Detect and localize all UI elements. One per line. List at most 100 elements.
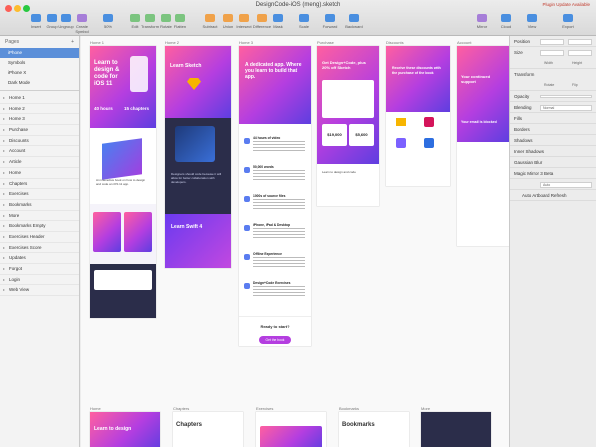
- feature-title: Offline Experience: [253, 252, 282, 256]
- opacity-slider[interactable]: [540, 95, 592, 98]
- layer-item[interactable]: Home: [0, 168, 79, 179]
- number-field[interactable]: [540, 38, 564, 45]
- chapter-card-2[interactable]: [124, 212, 152, 252]
- toolbar-label: 50%: [103, 24, 112, 29]
- intersect-icon: [239, 14, 249, 22]
- plugin-update-notice[interactable]: Plugin Update Available: [543, 2, 590, 7]
- inspector-section-blending[interactable]: Blending Normal: [510, 102, 596, 113]
- cta-title: Ready to start?: [260, 324, 290, 329]
- layer-item[interactable]: Login: [0, 275, 79, 286]
- inspector-section-size[interactable]: Size Width Height: [510, 47, 596, 69]
- layer-item[interactable]: Home 2: [0, 104, 79, 115]
- number-field[interactable]: [568, 38, 592, 45]
- inspector-section-opacity[interactable]: Opacity: [510, 91, 596, 102]
- layer-item[interactable]: Account: [0, 146, 79, 158]
- blending-select[interactable]: Normal: [540, 104, 592, 111]
- inspector-section-position[interactable]: Position: [510, 36, 596, 47]
- toolbar-create-symbol-button[interactable]: Create Symbol: [71, 14, 93, 34]
- artboard-discounts[interactable]: Discounts Receive these discounts with t…: [386, 40, 450, 186]
- feature-item: 50,000 words: [244, 165, 306, 183]
- layer-item[interactable]: Exercises: [0, 189, 79, 200]
- layer-item[interactable]: Bookmarks Empty: [0, 221, 79, 232]
- inspector-section-inner-shadows[interactable]: Inner Shadows: [510, 146, 596, 157]
- toolbar-view-button[interactable]: View: [521, 14, 543, 29]
- get-book-button[interactable]: Get the book: [259, 336, 291, 344]
- artboard-home-2[interactable]: Home 2 Learn Sketch Designers should cod…: [165, 40, 231, 268]
- number-field[interactable]: [568, 49, 592, 56]
- artboard-exercises[interactable]: Exercises: [256, 406, 326, 447]
- forward-icon: [325, 14, 335, 22]
- layer-item[interactable]: Bookmarks: [0, 200, 79, 211]
- rotate-label: Rotate: [544, 83, 555, 87]
- toolbar-mirror-button[interactable]: Mirror: [471, 14, 493, 29]
- book-cover-image: [102, 138, 142, 180]
- layer-item[interactable]: Exercises Header: [0, 232, 79, 243]
- layer-item[interactable]: Purchase: [0, 125, 79, 136]
- price-card-2[interactable]: $5,600: [349, 124, 374, 146]
- toolbar-flatten-button[interactable]: Flatten: [169, 14, 191, 29]
- layer-item[interactable]: Home 3: [0, 114, 79, 126]
- add-page-icon[interactable]: +: [71, 39, 74, 45]
- layer-item[interactable]: Web View: [0, 285, 79, 297]
- swift-heading: Learn Swift 4: [171, 224, 203, 230]
- sketch-logo-icon: [396, 118, 406, 126]
- artboard-chapters[interactable]: Chapters Chapters: [173, 406, 243, 447]
- feature-description-lines: [253, 228, 305, 238]
- magic-mirror-auto-row[interactable]: Auto: [510, 179, 596, 190]
- page-item[interactable]: Symbols: [0, 58, 79, 68]
- artboard-account[interactable]: Account Your continued support Your emai…: [457, 40, 509, 246]
- artboard-home-1[interactable]: Home 1 Learn to design & code for iOS 11…: [90, 40, 156, 318]
- layer-item[interactable]: Article: [0, 157, 79, 168]
- artboard-more[interactable]: More: [421, 406, 491, 447]
- auto-artboard-refresh-checkbox[interactable]: Auto Artboard Refresh: [510, 190, 596, 201]
- inspector-section-shadows[interactable]: Shadows: [510, 135, 596, 146]
- layer-item[interactable]: Discounts: [0, 136, 79, 147]
- toolbar-label: Export: [562, 24, 574, 29]
- artboard-home[interactable]: Home Learn to design: [90, 406, 160, 447]
- inspector-section-borders[interactable]: Borders: [510, 124, 596, 135]
- auto-value: Auto: [543, 182, 551, 187]
- chapter-card-1[interactable]: [93, 212, 121, 252]
- layer-item[interactable]: Updates: [0, 253, 79, 264]
- layer-item[interactable]: Home 1: [0, 93, 79, 104]
- toolbar-export-button[interactable]: Export: [557, 14, 579, 29]
- union-icon: [223, 14, 233, 22]
- inspector-section-gaussian-blur[interactable]: Gaussian Blur: [510, 157, 596, 168]
- inspector-section-fills[interactable]: Fills: [510, 113, 596, 124]
- artboard-purchase[interactable]: Purchase Get Design+Code, plus 20% off S…: [317, 40, 379, 206]
- section-label: Opacity: [514, 94, 530, 99]
- feature-title: 50,000 words: [253, 165, 274, 169]
- feature-description-lines: [253, 257, 305, 267]
- section-label: Transform: [514, 72, 535, 77]
- layer-item[interactable]: Exercises Score: [0, 243, 79, 254]
- layer-item[interactable]: More: [0, 211, 79, 222]
- canvas[interactable]: Home 1 Learn to design & code for iOS 11…: [81, 36, 509, 447]
- toolbar-mask-button[interactable]: Mask: [267, 14, 289, 29]
- inspector-section-transform[interactable]: Transform Rotate Flip: [510, 69, 596, 91]
- home3-banner: [239, 46, 311, 124]
- page-item[interactable]: Dark Mode: [0, 78, 79, 88]
- feature-title: Design+Code Exercises: [253, 281, 291, 285]
- toolbar-backward-button[interactable]: Backward: [343, 14, 365, 29]
- toolbar-label: Edit: [131, 24, 139, 29]
- price-card-1[interactable]: $19,000: [322, 124, 347, 146]
- auto-select[interactable]: Auto: [540, 181, 592, 188]
- plan-list: [322, 80, 374, 118]
- toolbar-forward-button[interactable]: Forward: [319, 14, 341, 29]
- feature-description-lines: [253, 170, 305, 180]
- app-logo-icon: [424, 117, 434, 127]
- toolbar-50--button[interactable]: 50%: [97, 14, 119, 29]
- sidebar-divider: [0, 90, 79, 91]
- toolbar-cloud-button[interactable]: Cloud: [495, 14, 517, 29]
- artboard-home-3[interactable]: Home 3 A dedicated app. Where you learn …: [239, 40, 311, 346]
- layer-item[interactable]: Forgot: [0, 264, 79, 275]
- layer-item[interactable]: Chapters: [0, 179, 79, 190]
- page-item[interactable]: iPhone X: [0, 68, 79, 78]
- feature-icon: [244, 196, 250, 202]
- inspector-section-magic-mirror-3-beta[interactable]: Magic Mirror 3 Beta: [510, 168, 596, 179]
- number-field[interactable]: [540, 49, 564, 56]
- toolbar-scale-button[interactable]: Scale: [293, 14, 315, 29]
- artboard-label: Home: [90, 406, 101, 411]
- page-item[interactable]: iPhone: [0, 48, 79, 58]
- artboard-bookmarks[interactable]: Bookmarks Bookmarks: [339, 406, 409, 447]
